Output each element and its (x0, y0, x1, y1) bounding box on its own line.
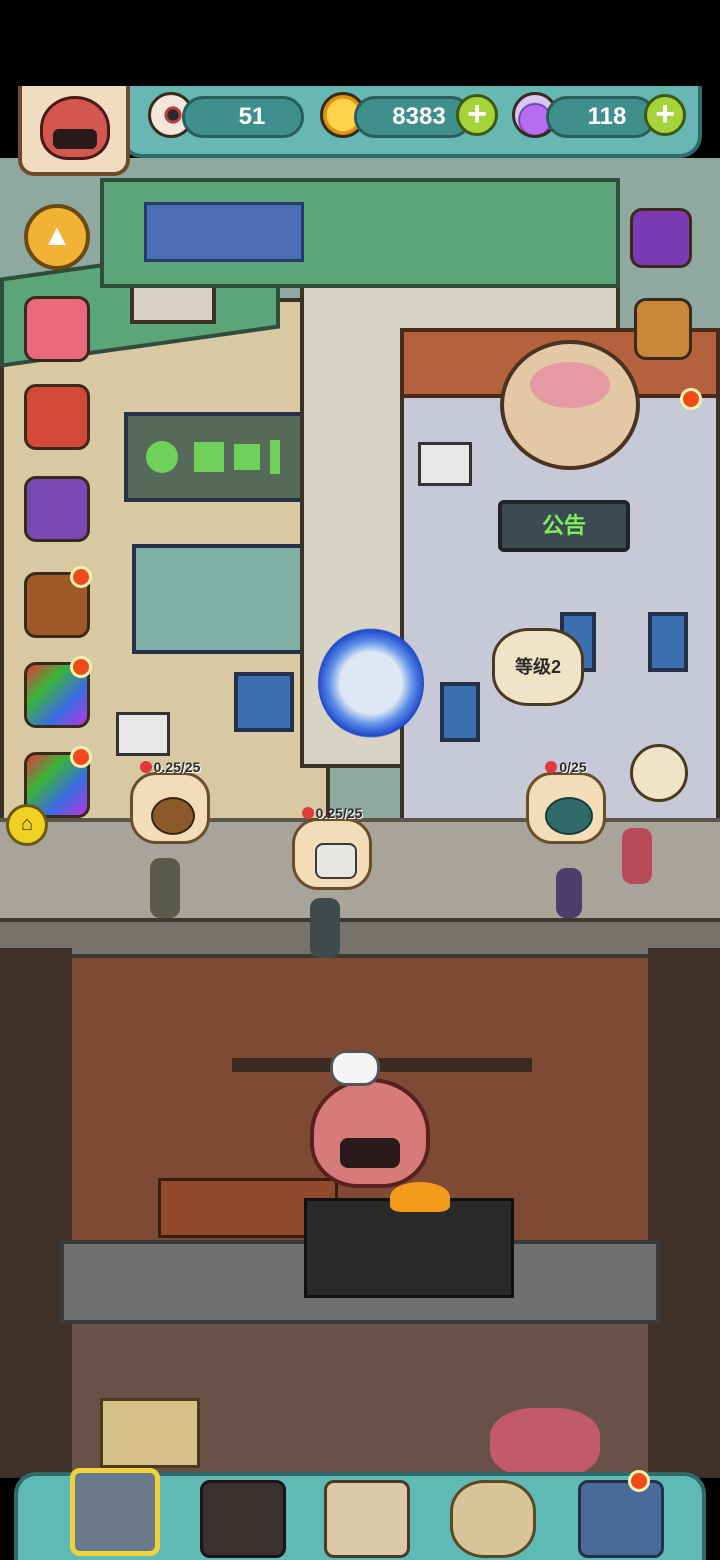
bottom-nav (14, 1468, 706, 1560)
air-conditioner (418, 442, 472, 486)
present-button[interactable] (24, 384, 90, 450)
coin-count: 8383 (354, 96, 472, 138)
production-count: 0.25/25 (133, 759, 207, 775)
window (648, 612, 688, 672)
street-edge (0, 918, 720, 958)
status-bar (0, 0, 720, 86)
chef-hat (330, 1050, 380, 1086)
window (234, 672, 294, 732)
quest-bubble-button[interactable] (630, 744, 688, 802)
cards-button[interactable] (24, 476, 90, 542)
nav-recipe-book-button[interactable] (324, 1480, 410, 1558)
notification-dot (70, 746, 92, 768)
portal-orb[interactable] (318, 628, 424, 738)
stove[interactable] (304, 1198, 514, 1298)
notice-board-sign[interactable]: 公告 (498, 500, 630, 552)
character[interactable] (556, 868, 582, 918)
production-bubble[interactable]: 0.25/25 (292, 805, 372, 890)
brain-monster-badge (680, 388, 702, 410)
brain-spot (530, 362, 610, 408)
monster-face-icon (40, 96, 110, 160)
rooftop-pool (144, 202, 304, 262)
storage-crates (100, 1398, 200, 1468)
home-button[interactable]: ⌂ (6, 804, 48, 846)
game-screen: 公告 等级2 0.25/25 0.25/25 0/25 51 8383 + 11… (0, 0, 720, 1560)
window (440, 682, 480, 742)
collapse-button[interactable]: ▲ (24, 204, 90, 270)
soup-bowl-icon (545, 797, 593, 835)
octopus-chef[interactable] (310, 1078, 430, 1188)
tentacle-creature[interactable] (490, 1408, 600, 1478)
notification-dot (628, 1470, 650, 1492)
production-bubble[interactable]: 0/25 (526, 759, 606, 844)
dirt-wall-right (648, 948, 720, 1478)
center-roof (100, 178, 620, 288)
nav-building-button[interactable] (70, 1468, 160, 1556)
backpack-button[interactable] (634, 298, 692, 360)
plus-icon: + (655, 95, 675, 133)
notification-dot (70, 566, 92, 588)
potion-count: 118 (546, 96, 656, 138)
character[interactable] (310, 898, 340, 958)
resource-bar: 51 8383 + 118 + (120, 86, 702, 158)
character[interactable] (150, 858, 180, 918)
display-window (132, 544, 312, 654)
level-bubble[interactable]: 等级2 (492, 628, 584, 706)
nav-coin-bag-button[interactable] (450, 1480, 536, 1558)
notification-dot (70, 656, 92, 678)
shelf (232, 1058, 532, 1072)
octopus-mouth (340, 1138, 400, 1168)
video-ad-button[interactable] (630, 208, 692, 268)
add-potions-button[interactable]: + (644, 94, 686, 136)
gift-box-button[interactable] (24, 296, 90, 362)
nav-monsters-button[interactable] (200, 1480, 286, 1558)
player-avatar[interactable] (18, 86, 130, 176)
rice-ball-icon (315, 843, 357, 879)
chevron-up-icon: ▲ (42, 219, 72, 252)
plus-icon: + (467, 95, 487, 133)
production-count: 0/25 (529, 759, 603, 775)
eyeball-count: 51 (182, 96, 304, 138)
stove-fire (390, 1182, 450, 1212)
menu-icons (146, 440, 280, 474)
character[interactable] (622, 828, 652, 884)
dirt-wall-left (0, 948, 72, 1478)
production-bubble[interactable]: 0.25/25 (130, 759, 210, 844)
add-coins-button[interactable]: + (456, 94, 498, 136)
air-conditioner (116, 712, 170, 756)
food-menu-sign (124, 412, 304, 502)
monster-mouth (53, 129, 97, 149)
game-world[interactable]: 公告 等级2 0.25/25 0.25/25 0/25 (0, 158, 720, 1484)
home-icon: ⌂ (20, 813, 34, 835)
brain-monster[interactable] (500, 340, 640, 470)
nav-menu-grid-button[interactable] (578, 1480, 664, 1558)
production-count: 0.25/25 (295, 805, 369, 821)
food-icon (151, 797, 195, 835)
